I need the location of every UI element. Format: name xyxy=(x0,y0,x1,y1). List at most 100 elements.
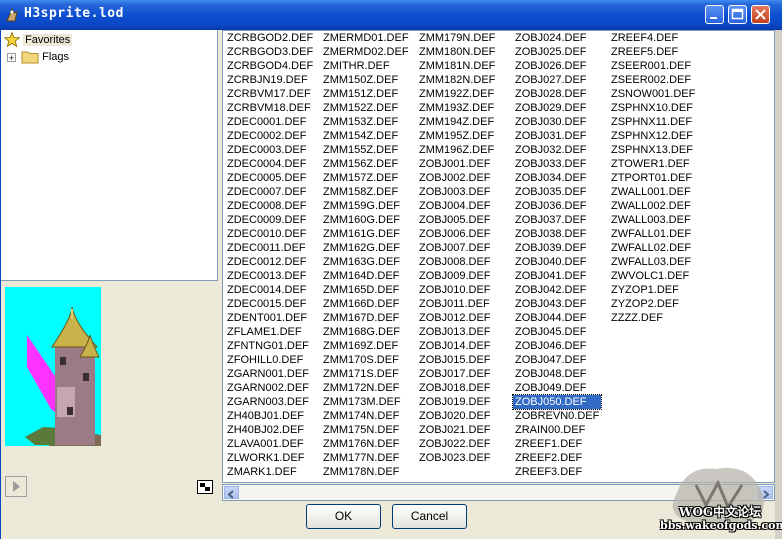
file-list-item[interactable]: ZOBJ027.DEF xyxy=(513,73,601,87)
file-list-item[interactable]: ZLWORK1.DEF xyxy=(225,451,315,465)
file-list-item[interactable]: ZOBJ047.DEF xyxy=(513,353,601,367)
file-list-item[interactable]: ZOBJ011.DEF xyxy=(417,297,497,311)
file-list-item[interactable]: ZMERMD02.DEF xyxy=(321,45,411,59)
file-list-item[interactable]: ZDEC0002.DEF xyxy=(225,129,315,143)
file-list-item[interactable]: ZMITHR.DEF xyxy=(321,59,411,73)
file-list-item[interactable]: ZMM154Z.DEF xyxy=(321,129,411,143)
file-list-item[interactable]: ZDEC0015.DEF xyxy=(225,297,315,311)
file-list-item[interactable]: ZSPHNX11.DEF xyxy=(609,115,697,129)
file-list-item[interactable]: ZMM166D.DEF xyxy=(321,297,411,311)
file-list-item[interactable]: ZLAVA001.DEF xyxy=(225,437,315,451)
tree-item-flags[interactable]: + Flags xyxy=(7,50,69,64)
file-list-item[interactable]: ZZZZ.DEF xyxy=(609,311,697,325)
file-list-item[interactable]: ZOBJ025.DEF xyxy=(513,45,601,59)
file-list-item[interactable]: ZOBJ034.DEF xyxy=(513,171,601,185)
file-list-item[interactable]: ZMM169Z.DEF xyxy=(321,339,411,353)
cancel-button[interactable]: Cancel xyxy=(392,504,467,529)
file-list-item[interactable]: ZOBJ012.DEF xyxy=(417,311,497,325)
file-list-item[interactable]: ZWALL001.DEF xyxy=(609,185,697,199)
file-list-item[interactable]: ZMM160G.DEF xyxy=(321,213,411,227)
file-list-item[interactable]: ZFLAME1.DEF xyxy=(225,325,315,339)
file-list-item[interactable]: ZOBJ041.DEF xyxy=(513,269,601,283)
file-list-item[interactable]: ZMM175N.DEF xyxy=(321,423,411,437)
file-list-item[interactable]: ZDEC0011.DEF xyxy=(225,241,315,255)
file-list-item[interactable]: ZFOHILL0.DEF xyxy=(225,353,315,367)
file-list-item[interactable]: ZDEC0005.DEF xyxy=(225,171,315,185)
file-list-item[interactable]: ZMM151Z.DEF xyxy=(321,87,411,101)
file-list-item[interactable]: ZOBJ028.DEF xyxy=(513,87,601,101)
ok-button[interactable]: OK xyxy=(306,504,381,529)
file-list-item[interactable]: ZOBJ045.DEF xyxy=(513,325,601,339)
file-list-item[interactable]: ZWVOLC1.DEF xyxy=(609,269,697,283)
file-list-item[interactable]: ZREEF4.DEF xyxy=(609,31,697,45)
file-list-item[interactable]: ZOBJ019.DEF xyxy=(417,395,497,409)
file-list-item[interactable]: ZSEER001.DEF xyxy=(609,59,697,73)
file-list-item[interactable]: ZOBJ048.DEF xyxy=(513,367,601,381)
file-list-item[interactable]: ZMM170S.DEF xyxy=(321,353,411,367)
scroll-left-button[interactable] xyxy=(224,486,239,499)
file-list-item[interactable]: ZOBJ022.DEF xyxy=(417,437,497,451)
file-list-item[interactable]: ZOBJ049.DEF xyxy=(513,381,601,395)
file-list-item[interactable]: ZMM167D.DEF xyxy=(321,311,411,325)
file-list-item[interactable]: ZMM194Z.DEF xyxy=(417,115,497,129)
file-list-item[interactable]: ZWFALL02.DEF xyxy=(609,241,697,255)
file-list-item[interactable]: ZOBJ014.DEF xyxy=(417,339,497,353)
file-list-item[interactable]: ZOBJ007.DEF xyxy=(417,241,497,255)
file-list-item[interactable]: ZDEC0013.DEF xyxy=(225,269,315,283)
file-list-item[interactable]: ZOBJ004.DEF xyxy=(417,199,497,213)
file-list-item[interactable]: ZOBJ008.DEF xyxy=(417,255,497,269)
file-list-item[interactable]: ZYZOP2.DEF xyxy=(609,297,697,311)
file-list-item[interactable]: ZMM172N.DEF xyxy=(321,381,411,395)
file-list-item[interactable]: ZDENT001.DEF xyxy=(225,311,315,325)
file-list-item[interactable]: ZOBJ050.DEF xyxy=(511,394,603,410)
file-list-item[interactable]: ZOBJ030.DEF xyxy=(513,115,601,129)
file-list-item[interactable]: ZOBJ038.DEF xyxy=(513,227,601,241)
file-list-item[interactable]: ZMM163G.DEF xyxy=(321,255,411,269)
file-list-item[interactable]: ZOBJ044.DEF xyxy=(513,311,601,325)
file-list-item[interactable]: ZMM150Z.DEF xyxy=(321,73,411,87)
file-list-item[interactable]: ZDEC0014.DEF xyxy=(225,283,315,297)
file-list-item[interactable]: ZGARN002.DEF xyxy=(225,381,315,395)
file-list-item[interactable]: ZOBJ033.DEF xyxy=(513,157,601,171)
file-list-item[interactable]: ZOBJ015.DEF xyxy=(417,353,497,367)
file-list-item[interactable]: ZMM153Z.DEF xyxy=(321,115,411,129)
file-list-item[interactable]: ZFNTNG01.DEF xyxy=(225,339,315,353)
file-list-item[interactable]: ZOBJ001.DEF xyxy=(417,157,497,171)
file-list-item[interactable]: ZDEC0008.DEF xyxy=(225,199,315,213)
file-list-item[interactable]: ZGARN003.DEF xyxy=(225,395,315,409)
file-list-item[interactable]: ZOBJ043.DEF xyxy=(513,297,601,311)
file-list-item[interactable]: ZOBJ020.DEF xyxy=(417,409,497,423)
file-list-item[interactable]: ZMM165D.DEF xyxy=(321,283,411,297)
file-list-item[interactable]: ZWALL002.DEF xyxy=(609,199,697,213)
file-list-item[interactable]: ZMM159G.DEF xyxy=(321,199,411,213)
file-list-item[interactable]: ZCRBGOD3.DEF xyxy=(225,45,315,59)
file-list-item[interactable]: ZOBJ021.DEF xyxy=(417,423,497,437)
file-list-item[interactable]: ZMM180N.DEF xyxy=(417,45,497,59)
file-list-item[interactable]: ZOBJ013.DEF xyxy=(417,325,497,339)
file-list-item[interactable]: ZOBJ009.DEF xyxy=(417,269,497,283)
file-list-item[interactable]: ZOBJ006.DEF xyxy=(417,227,497,241)
file-list-item[interactable]: ZMM181N.DEF xyxy=(417,59,497,73)
file-list-item[interactable]: ZH40BJ02.DEF xyxy=(225,423,315,437)
file-list-item[interactable]: ZOBJ039.DEF xyxy=(513,241,601,255)
file-list-item[interactable]: ZMM195Z.DEF xyxy=(417,129,497,143)
file-list-item[interactable]: ZMM168G.DEF xyxy=(321,325,411,339)
file-list-item[interactable]: ZMM157Z.DEF xyxy=(321,171,411,185)
file-list-item[interactable]: ZDEC0003.DEF xyxy=(225,143,315,157)
folder-tree[interactable]: Favorites + Flags xyxy=(1,30,218,281)
file-list-item[interactable]: ZMM176N.DEF xyxy=(321,437,411,451)
file-list-item[interactable]: ZREEF5.DEF xyxy=(609,45,697,59)
file-list-item[interactable]: ZDEC0004.DEF xyxy=(225,157,315,171)
file-list-item[interactable]: ZCRBJN19.DEF xyxy=(225,73,315,87)
file-list-item[interactable]: ZWFALL01.DEF xyxy=(609,227,697,241)
file-list-item[interactable]: ZOBJ031.DEF xyxy=(513,129,601,143)
file-list-item[interactable]: ZTPORT01.DEF xyxy=(609,171,697,185)
file-list-item[interactable]: ZMM174N.DEF xyxy=(321,409,411,423)
file-list-item[interactable]: ZOBJ046.DEF xyxy=(513,339,601,353)
background-toggle-icon[interactable] xyxy=(197,480,213,494)
file-list-item[interactable]: ZOBJ026.DEF xyxy=(513,59,601,73)
file-list-item[interactable]: ZDEC0009.DEF xyxy=(225,213,315,227)
file-list-item[interactable]: ZMM179N.DEF xyxy=(417,31,497,45)
file-list-item[interactable]: ZSNOW001.DEF xyxy=(609,87,697,101)
file-list-item[interactable]: ZMM152Z.DEF xyxy=(321,101,411,115)
